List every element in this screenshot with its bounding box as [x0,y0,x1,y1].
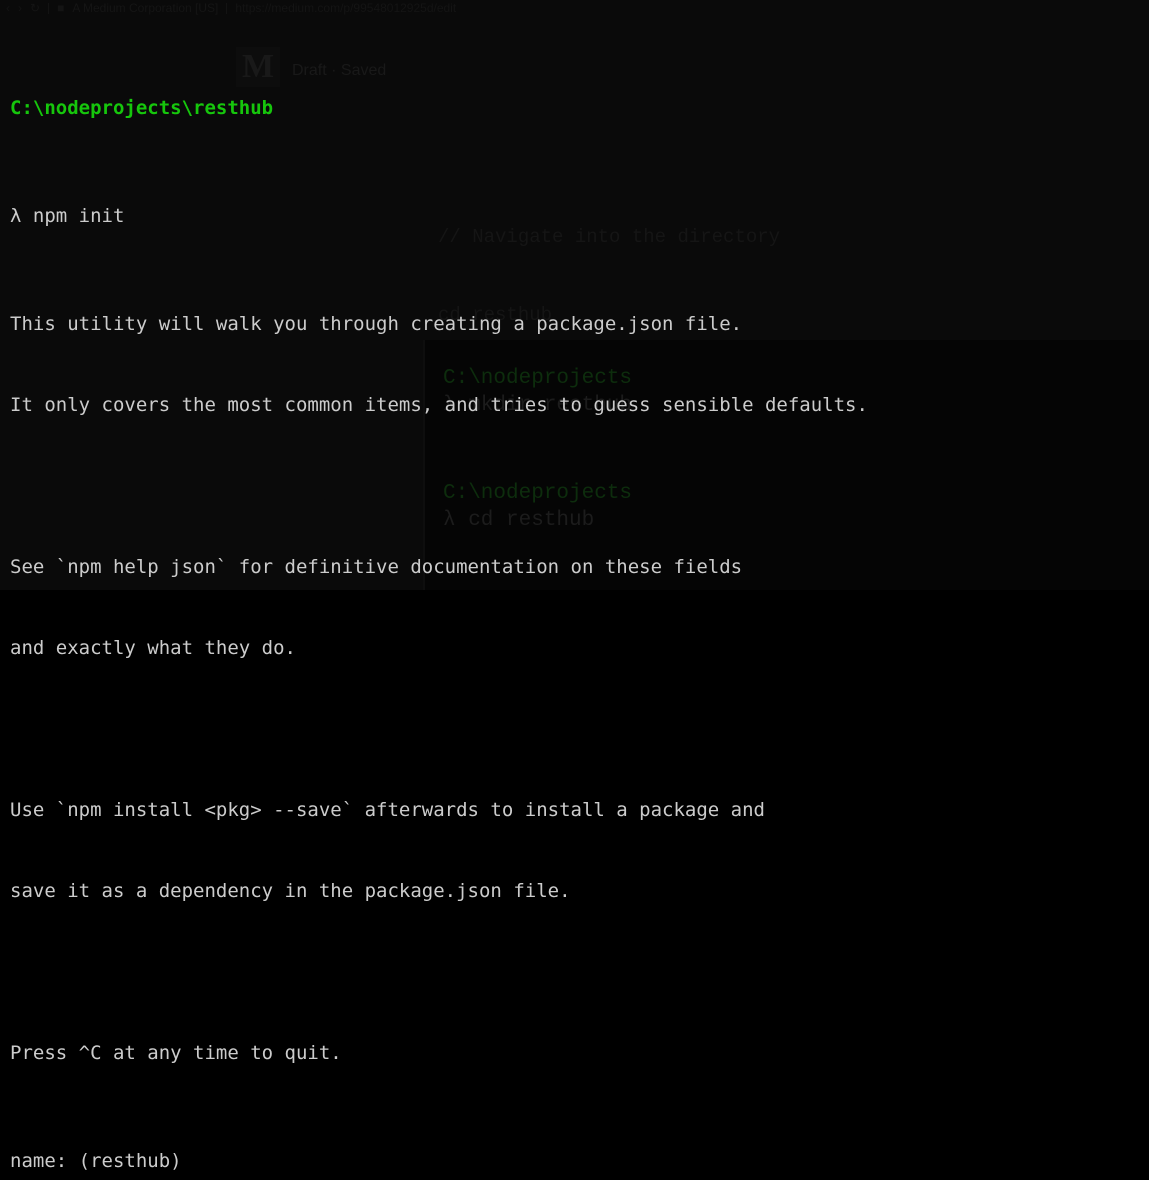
terminal-window[interactable]: C:\nodeprojects\resthub λ npm init This … [0,0,1149,590]
prompt-path: C:\nodeprojects\resthub [10,95,1149,122]
output-line: This utility will walk you through creat… [10,311,1149,338]
output-line: and exactly what they do. [10,635,1149,662]
prompt-symbol: λ [10,205,21,227]
output-line: Press ^C at any time to quit. [10,1040,1149,1067]
output-line: save it as a dependency in the package.j… [10,878,1149,905]
output-line: Use `npm install <pkg> --save` afterward… [10,797,1149,824]
output-line: See `npm help json` for definitive docum… [10,554,1149,581]
output-blank-line [10,959,1149,986]
command-text: npm init [33,205,125,227]
output-blank-line [10,716,1149,743]
command-line: λ npm init [10,203,1149,230]
output-blank-line [10,473,1149,500]
init-prompt-name: name: (resthub) [10,1148,1149,1175]
output-line: It only covers the most common items, an… [10,392,1149,419]
